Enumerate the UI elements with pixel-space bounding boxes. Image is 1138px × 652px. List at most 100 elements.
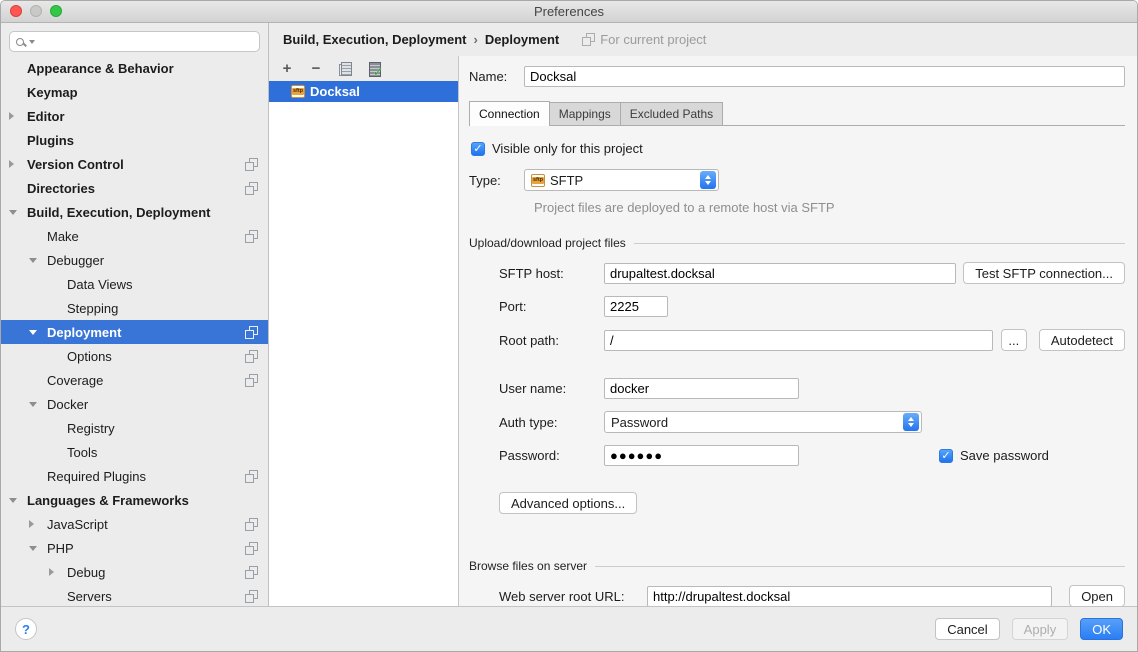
sidebar-item-tools[interactable]: Tools: [1, 440, 268, 464]
tab-excluded-paths[interactable]: Excluded Paths: [620, 102, 723, 125]
chevron-down-icon[interactable]: [29, 402, 47, 407]
project-config-icon: [245, 230, 258, 243]
type-value: SFTP: [550, 173, 583, 188]
sidebar-item-registry[interactable]: Registry: [1, 416, 268, 440]
save-password-checkbox[interactable]: [939, 449, 953, 463]
upload-section-header: Upload/download project files: [469, 236, 1125, 250]
sidebar-item-version-control[interactable]: Version Control: [1, 152, 268, 176]
sidebar-item-plugins[interactable]: Plugins: [1, 128, 268, 152]
type-select[interactable]: SFTP: [524, 169, 719, 191]
sidebar-item-label: Debug: [67, 565, 105, 580]
sidebar-item-docker[interactable]: Docker: [1, 392, 268, 416]
chevron-right-icon[interactable]: [9, 160, 27, 168]
server-item-label: Docksal: [310, 84, 360, 99]
open-url-button[interactable]: Open: [1069, 585, 1125, 606]
help-button[interactable]: ?: [15, 618, 37, 640]
project-config-icon: [245, 518, 258, 531]
sidebar-item-label: Coverage: [47, 373, 103, 388]
search-options-caret-icon[interactable]: [29, 40, 35, 44]
sidebar-item-label: Deployment: [47, 325, 121, 340]
user-name-input[interactable]: [604, 378, 799, 399]
use-as-default-button[interactable]: [366, 61, 382, 77]
add-server-button[interactable]: +: [279, 61, 295, 77]
project-config-icon: [245, 182, 258, 195]
save-password-label: Save password: [960, 448, 1049, 463]
sidebar-item-javascript[interactable]: JavaScript: [1, 512, 268, 536]
sidebar-item-editor[interactable]: Editor: [1, 104, 268, 128]
sidebar-item-stepping[interactable]: Stepping: [1, 296, 268, 320]
sidebar-item-data-views[interactable]: Data Views: [1, 272, 268, 296]
sidebar-item-build-execution-deployment[interactable]: Build, Execution, Deployment: [1, 200, 268, 224]
chevron-down-icon[interactable]: [9, 498, 27, 503]
breadcrumb: Build, Execution, Deployment › Deploymen…: [269, 23, 1137, 56]
sidebar-item-label: Make: [47, 229, 79, 244]
chevron-right-icon[interactable]: [9, 112, 27, 120]
sidebar-item-options[interactable]: Options: [1, 344, 268, 368]
sidebar-item-label: JavaScript: [47, 517, 108, 532]
user-name-label: User name:: [499, 381, 604, 396]
chevron-down-icon[interactable]: [29, 546, 47, 551]
sidebar-item-label: Version Control: [27, 157, 124, 172]
chevron-down-icon[interactable]: [29, 330, 47, 335]
sidebar-item-coverage[interactable]: Coverage: [1, 368, 268, 392]
tab-connection[interactable]: Connection: [469, 101, 550, 125]
ok-button[interactable]: OK: [1080, 618, 1123, 640]
sidebar-item-label: Docker: [47, 397, 88, 412]
sftp-host-label: SFTP host:: [499, 266, 604, 281]
sftp-icon: [531, 174, 545, 187]
sidebar-item-languages-frameworks[interactable]: Languages & Frameworks: [1, 488, 268, 512]
auth-type-select[interactable]: Password: [604, 411, 922, 433]
sidebar-item-php[interactable]: PHP: [1, 536, 268, 560]
settings-search-box[interactable]: [9, 31, 260, 52]
minimize-window-button: [30, 5, 42, 17]
sidebar-item-debugger[interactable]: Debugger: [1, 248, 268, 272]
close-window-button[interactable]: [10, 5, 22, 17]
web-server-root-url-label: Web server root URL:: [499, 589, 647, 604]
dialog-footer: ? Cancel Apply OK: [1, 606, 1137, 651]
autodetect-button[interactable]: Autodetect: [1039, 329, 1125, 351]
chevron-right-icon[interactable]: [29, 520, 47, 528]
cancel-button[interactable]: Cancel: [935, 618, 999, 640]
sidebar-item-label: Registry: [67, 421, 115, 436]
sftp-host-input[interactable]: [604, 263, 956, 284]
project-config-icon: [245, 374, 258, 387]
deployment-tabs: Connection Mappings Excluded Paths: [469, 101, 1125, 126]
visible-only-checkbox[interactable]: [471, 142, 485, 156]
test-sftp-connection-button[interactable]: Test SFTP connection...: [963, 262, 1125, 284]
sidebar-item-directories[interactable]: Directories: [1, 176, 268, 200]
copy-server-button[interactable]: [337, 61, 353, 77]
server-list: Docksal: [269, 81, 458, 606]
password-input[interactable]: [604, 445, 799, 466]
browse-root-path-button[interactable]: ...: [1001, 329, 1027, 351]
name-input[interactable]: [524, 66, 1125, 87]
dropdown-stepper-icon: [903, 413, 919, 431]
chevron-down-icon[interactable]: [29, 258, 47, 263]
settings-search-input[interactable]: [37, 34, 253, 49]
web-server-root-url-input[interactable]: [647, 586, 1052, 607]
breadcrumb-item-deployment[interactable]: Deployment: [485, 32, 559, 47]
server-list-toolbar: + −: [269, 56, 458, 81]
port-input[interactable]: [604, 296, 668, 317]
root-path-input[interactable]: [604, 330, 993, 351]
sidebar-item-appearance-behavior[interactable]: Appearance & Behavior: [1, 56, 268, 80]
tab-mappings[interactable]: Mappings: [549, 102, 621, 125]
advanced-options-button[interactable]: Advanced options...: [499, 492, 637, 514]
sidebar-item-keymap[interactable]: Keymap: [1, 80, 268, 104]
chevron-down-icon[interactable]: [9, 210, 27, 215]
breadcrumb-item-build-execution-deployment[interactable]: Build, Execution, Deployment: [283, 32, 466, 47]
remove-server-button[interactable]: −: [308, 61, 324, 77]
apply-button[interactable]: Apply: [1012, 618, 1069, 640]
server-list-item-docksal[interactable]: Docksal: [269, 81, 458, 102]
sidebar-item-label: Build, Execution, Deployment: [27, 205, 210, 220]
sidebar-item-servers[interactable]: Servers: [1, 584, 268, 606]
dropdown-stepper-icon: [700, 171, 716, 189]
sidebar-item-deployment[interactable]: Deployment: [1, 320, 268, 344]
port-label: Port:: [499, 299, 604, 314]
sidebar-item-make[interactable]: Make: [1, 224, 268, 248]
copy-icon: [339, 62, 352, 76]
chevron-right-icon[interactable]: [49, 568, 67, 576]
zoom-window-button[interactable]: [50, 5, 62, 17]
sidebar-item-required-plugins[interactable]: Required Plugins: [1, 464, 268, 488]
sidebar-item-debug[interactable]: Debug: [1, 560, 268, 584]
project-config-icon: [245, 350, 258, 363]
